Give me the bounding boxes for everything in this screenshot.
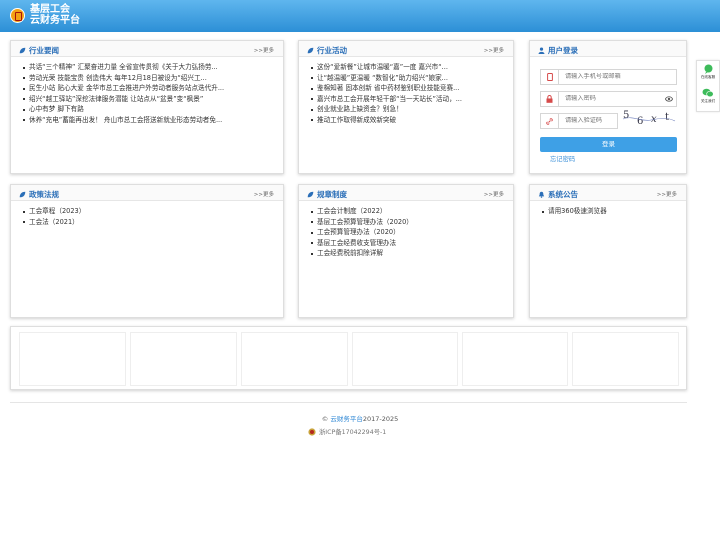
link-slot[interactable]	[462, 332, 568, 386]
list-item[interactable]: 工会经费税前扣除详解	[311, 248, 513, 259]
notice-panel: 系统公告 >>更多 请用360极速浏览器	[529, 184, 687, 318]
link-slot[interactable]	[130, 332, 237, 386]
panel-title: 行业要闻	[29, 46, 59, 55]
list-item[interactable]: 共话“三个精神” 汇聚奋进力量 全省宣传贯彻《关于大力弘扬劳...	[23, 62, 236, 73]
login-button[interactable]: 登录	[540, 137, 677, 152]
list-item[interactable]: 工会预算管理办法（2020）	[311, 227, 513, 238]
more-link[interactable]: >>更多	[484, 190, 504, 198]
phone-input[interactable]	[565, 73, 655, 80]
follow-us-button[interactable]: 关注我们	[697, 88, 719, 104]
leaf-icon	[19, 47, 26, 54]
bell-icon	[538, 191, 545, 198]
list-item[interactable]: 绍兴“越工驿站”深挖法律服务潜能 让站点从“盆景”变“枫景”	[23, 94, 236, 105]
list-item[interactable]: 这份“爱新餐”让城市温暖“嘉”一度 嘉兴市“...	[311, 62, 474, 73]
list-item[interactable]: 推动工作取得新成效新突破	[311, 115, 474, 126]
panel-title: 系统公告	[548, 190, 578, 199]
site-title-line1: 基层工会	[30, 4, 70, 15]
phone-field	[540, 69, 677, 85]
link-icon	[546, 117, 553, 125]
site-header: 基层工会 云财务平台	[0, 0, 720, 32]
list-item[interactable]: 创业就业路上缺资金？别急！	[311, 104, 474, 115]
more-link[interactable]: >>更多	[254, 46, 274, 54]
panel-title: 用户登录	[548, 46, 578, 55]
panel-header: 规章制度 >>更多	[299, 185, 513, 201]
panel-header: 系统公告 >>更多	[530, 185, 686, 201]
list-item[interactable]: 让“越温暖”更温暖 “数智化”助力绍兴“娘家...	[311, 73, 474, 84]
more-link[interactable]: >>更多	[254, 190, 274, 198]
list-item[interactable]: 基层工会经费收支管理办法	[311, 238, 513, 249]
list-item[interactable]: 工会法（2021）	[23, 217, 283, 228]
link-slot[interactable]	[572, 332, 679, 386]
industry-activity-panel: 行业活动 >>更多 这份“爱新餐”让城市温暖“嘉”一度 嘉兴市“... 让“越温…	[298, 40, 514, 174]
login-panel: 用户登录 5 6 x t 登录 忘记密码	[529, 40, 687, 174]
password-field	[540, 91, 677, 107]
forgot-password-link[interactable]: 忘记密码	[550, 154, 575, 163]
industry-news-panel: 行业要闻 >>更多 共话“三个精神” 汇聚奋进力量 全省宣传贯彻《关于大力弘扬劳…	[10, 40, 284, 174]
list-item[interactable]: 民生小站 贴心大爱 金华市总工会推进户外劳动者服务站点迭代升...	[23, 83, 236, 94]
list-item[interactable]: 鉴棉知著 固本创新 省中药材鉴别职业技能竞赛...	[311, 83, 474, 94]
list-item[interactable]: 心中有梦 脚下有路	[23, 104, 236, 115]
list-item[interactable]: 休养“充电”蓄能再出发！ 舟山市总工会搭送新就业形态劳动者免...	[23, 115, 236, 126]
side-float-panel: 在线客服 关注我们	[696, 60, 720, 112]
wechat-icon	[702, 88, 714, 98]
eye-icon[interactable]	[665, 96, 673, 102]
link-slot[interactable]	[352, 332, 458, 386]
panel-header: 政策法规 >>更多	[11, 185, 283, 201]
more-link[interactable]: >>更多	[484, 46, 504, 54]
site-title[interactable]: 基层工会 云财务平台	[30, 4, 80, 26]
phone-icon	[546, 73, 553, 81]
panel-header: 用户登录	[530, 41, 686, 57]
union-logo-icon	[10, 8, 25, 23]
online-service-button[interactable]: 在线客服	[697, 64, 719, 80]
site-title-line2: 云财务平台	[30, 15, 80, 26]
captcha-field	[540, 113, 618, 129]
list-item[interactable]: 基层工会预算管理办法（2020）	[311, 217, 513, 228]
leaf-icon	[307, 191, 314, 198]
copyright: © 云财务平台2017-2025	[321, 415, 399, 423]
footer-divider	[10, 402, 687, 403]
bubble-icon	[704, 64, 712, 74]
lock-icon	[546, 95, 553, 103]
leaf-icon	[19, 191, 26, 198]
police-badge-icon	[308, 427, 316, 436]
captcha-image[interactable]: 5 6 x t	[621, 110, 677, 127]
leaf-icon	[307, 47, 314, 54]
more-link[interactable]: >>更多	[657, 190, 677, 198]
list-item[interactable]: 请用360极速浏览器	[542, 206, 686, 217]
list-item[interactable]: 工会会计制度（2022）	[311, 206, 513, 217]
policy-panel: 政策法规 >>更多 工会章程（2023） 工会法（2021）	[10, 184, 284, 318]
link-slot[interactable]	[19, 332, 126, 386]
list-item[interactable]: 工会章程（2023）	[23, 206, 283, 217]
user-icon	[538, 47, 545, 54]
icp-record[interactable]: 浙ICP备17042294号-1	[308, 427, 386, 436]
panel-title: 规章制度	[317, 190, 347, 199]
panel-title: 政策法规	[29, 190, 59, 199]
password-input[interactable]	[565, 95, 655, 102]
link-slot[interactable]	[241, 332, 348, 386]
panel-header: 行业要闻 >>更多	[11, 41, 283, 57]
captcha-input[interactable]	[565, 117, 617, 124]
list-item[interactable]: 劳动光荣 技能宝贵 创造伟大 每年12月18日被设为“绍兴工...	[23, 73, 236, 84]
platform-link[interactable]: 云财务平台	[330, 415, 363, 423]
panel-title: 行业活动	[317, 46, 347, 55]
rules-panel: 规章制度 >>更多 工会会计制度（2022） 基层工会预算管理办法（2020） …	[298, 184, 514, 318]
panel-header: 行业活动 >>更多	[299, 41, 513, 57]
list-item[interactable]: 嘉兴市总工会开展年轻干部“当一天站长”活动，...	[311, 94, 474, 105]
